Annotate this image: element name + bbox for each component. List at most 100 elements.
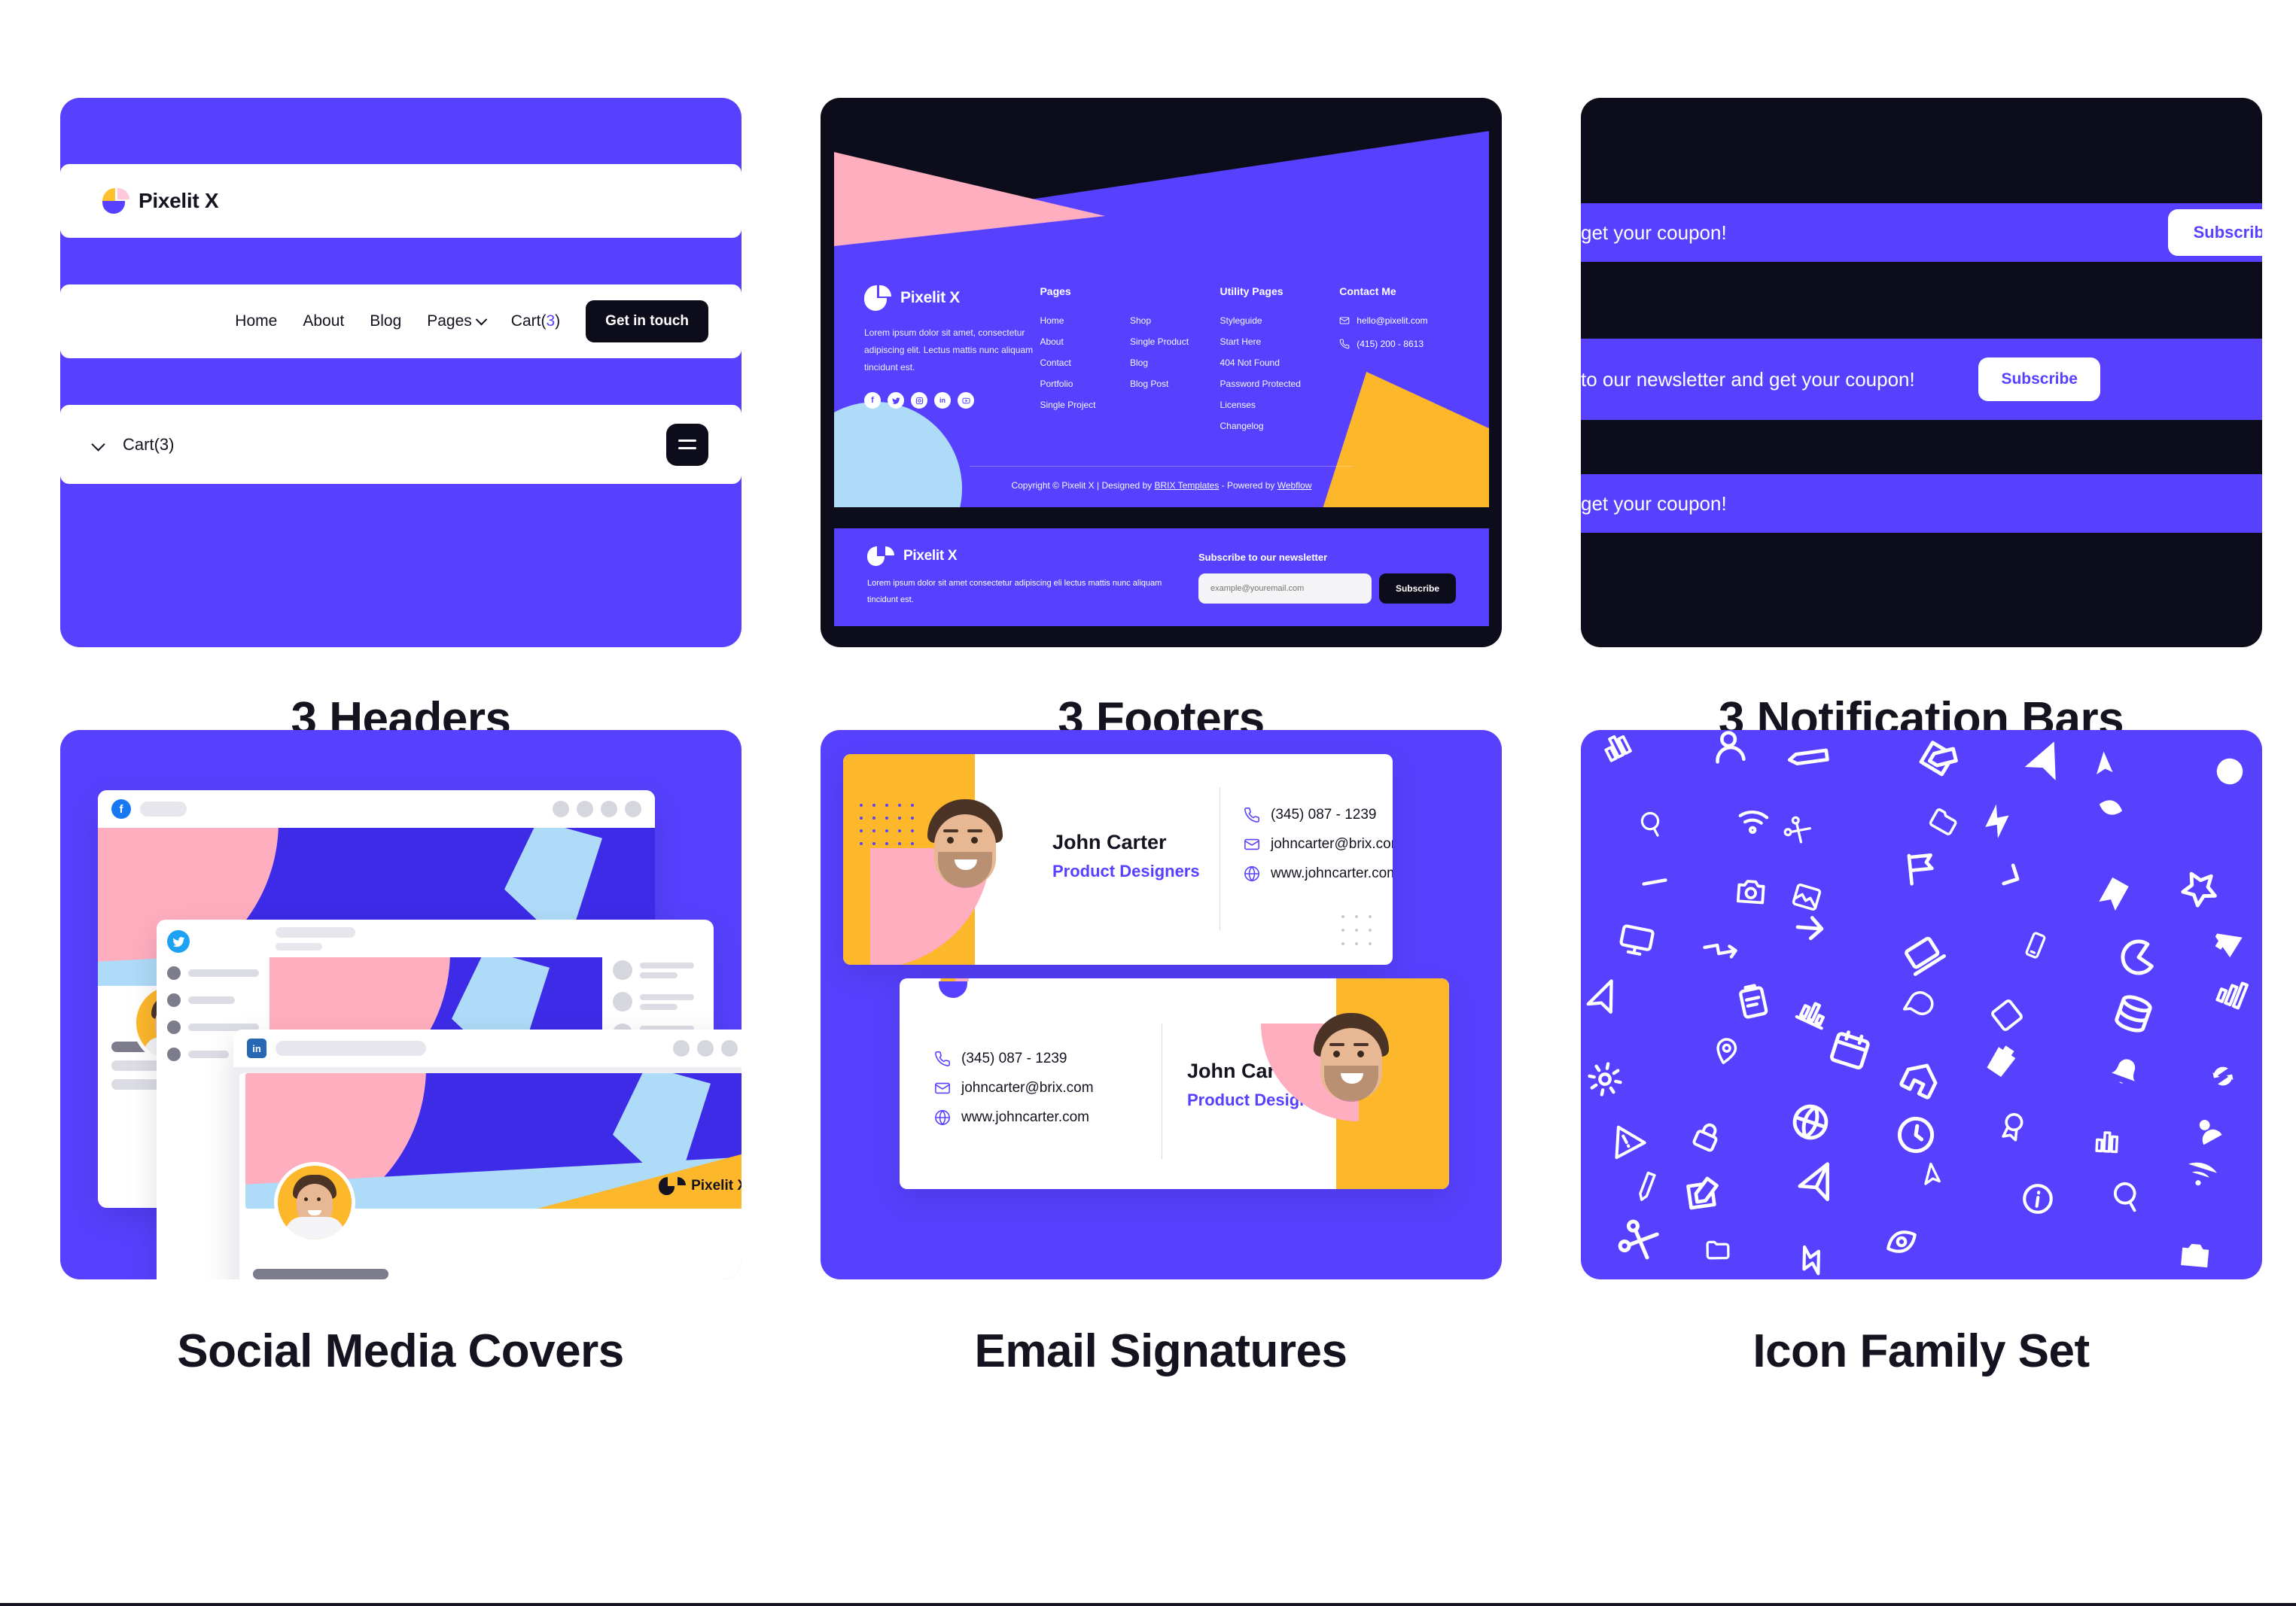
- footer-sub-logo-text: Pixelit X: [903, 548, 958, 564]
- notification-bars-card: get your coupon! Subscribe to our newsle…: [1581, 98, 2262, 647]
- footer-phone[interactable]: (415) 200 - 8613: [1339, 339, 1459, 349]
- header-variant-1: Pixelit X: [60, 164, 741, 238]
- footer-divider: [970, 466, 1354, 467]
- decor-dot-grid-small: [1341, 915, 1372, 945]
- cell-icon-set: Icon Family Set: [1581, 730, 2296, 1475]
- info-circle-icon: [2022, 1184, 2053, 1214]
- subscribe-button[interactable]: Subscribe: [2167, 209, 2262, 256]
- logo-text: Pixelit X: [139, 189, 219, 212]
- footer-link[interactable]: Shop: [1130, 315, 1220, 326]
- folder-icon: [1929, 808, 1957, 835]
- footer-sub-brand: Pixelit X Lorem ipsum dolor sit amet con…: [867, 546, 1168, 608]
- twitter-icon[interactable]: [888, 392, 904, 409]
- instagram-icon[interactable]: [911, 392, 927, 409]
- footer-link[interactable]: Single Product: [1130, 336, 1220, 347]
- notification-bar-3: get your coupon!: [1581, 474, 2262, 533]
- footer-link[interactable]: Start Here: [1220, 336, 1340, 347]
- map-pin-icon: [1716, 1038, 1737, 1065]
- pencil-icon: [1639, 1171, 1656, 1202]
- footer-phone-text: (415) 200 - 8613: [1357, 339, 1424, 349]
- footer-link[interactable]: Blog: [1130, 357, 1220, 368]
- linkedin-cover-window: in Pixelit X: [233, 1030, 741, 1279]
- footer-link[interactable]: Licenses: [1220, 400, 1340, 410]
- webflow-link[interactable]: Webflow: [1277, 480, 1312, 491]
- signature-phone[interactable]: (345) 087 - 1239: [1244, 807, 1393, 823]
- placeholder-pill: [276, 1041, 426, 1056]
- signature-email[interactable]: johncarter@brix.com: [1244, 836, 1393, 853]
- globe-icon: [1792, 1105, 1829, 1140]
- twitter-icon: [167, 930, 190, 953]
- folder-icon: [1706, 1240, 1730, 1260]
- footer-link[interactable]: Changelog: [1220, 421, 1340, 431]
- footer-link[interactable]: Blog Post: [1130, 379, 1220, 389]
- footer-sub-tagline: Lorem ipsum dolor sit amet consectetur a…: [867, 579, 1162, 604]
- bookmark-icon: [2099, 877, 2129, 911]
- footer-copyright: Copyright © Pixelit X | Designed by BRIX…: [1011, 480, 1312, 491]
- wifi-icon: [1738, 811, 1769, 835]
- footer-col-title: Pages: [1040, 285, 1071, 297]
- youtube-icon[interactable]: [958, 392, 974, 409]
- portrait-photo: [908, 795, 1021, 953]
- notification-text: get your coupon!: [1581, 491, 1727, 515]
- email-signature-2: (345) 087 - 1239 johncarter@brix.com www…: [900, 978, 1449, 1189]
- footer-sub-logo[interactable]: Pixelit X: [867, 546, 1168, 566]
- caption-social-covers: Social Media Covers: [177, 1325, 624, 1377]
- trash-icon: [1987, 1045, 2019, 1077]
- nav-item-about[interactable]: About: [303, 312, 344, 330]
- footer-link[interactable]: Styleguide: [1220, 315, 1340, 326]
- signature-email[interactable]: johncarter@brix.com: [934, 1080, 1094, 1097]
- signature-phone[interactable]: (345) 087 - 1239: [934, 1051, 1094, 1067]
- cell-email-signatures: John Carter Product Designers (345) 087 …: [821, 730, 1581, 1475]
- phone-icon: [935, 1051, 950, 1066]
- hamburger-icon[interactable]: [666, 423, 708, 466]
- nav-cart-count: 3: [546, 312, 556, 330]
- showcase-page: Pixelit X Home About Blog Pages Cart(3) …: [0, 0, 2296, 1606]
- signature-contacts: (345) 087 - 1239 johncarter@brix.com www…: [934, 1051, 1094, 1126]
- nav-item-cart[interactable]: Cart(3): [511, 312, 560, 330]
- pencil-icon: [1787, 748, 1829, 765]
- header-variant-3: Cart(3): [60, 405, 741, 484]
- cursor-icon: [1924, 1162, 1941, 1185]
- cart-toggle[interactable]: Cart(3): [91, 434, 175, 455]
- footer-link[interactable]: Contact: [1040, 357, 1130, 368]
- wifi-icon: [2188, 1162, 2218, 1185]
- window-dots: [673, 1040, 741, 1057]
- facebook-icon: f: [111, 799, 131, 819]
- newsletter-email-input[interactable]: [1198, 573, 1372, 604]
- bars-icon: [2215, 981, 2249, 1010]
- header-variant-2: Home About Blog Pages Cart(3) Get in tou…: [60, 284, 741, 358]
- nav-item-blog[interactable]: Blog: [370, 312, 401, 330]
- nav-pages-label: Pages: [427, 312, 472, 330]
- square-icon: [1991, 999, 2023, 1031]
- signature-name: John Carter: [1052, 831, 1167, 853]
- message-icon: [1902, 991, 1934, 1015]
- nav-item-pages[interactable]: Pages: [427, 312, 488, 330]
- brix-link[interactable]: BRIX Templates: [1155, 480, 1220, 491]
- logo[interactable]: Pixelit X: [102, 188, 219, 214]
- footer-logo[interactable]: Pixelit X: [864, 285, 1040, 311]
- cover-brand: Pixelit X: [659, 1177, 741, 1195]
- footer-link[interactable]: 404 Not Found: [1220, 357, 1340, 368]
- signature-website[interactable]: www.johncarter.com: [1244, 865, 1393, 882]
- footer-link[interactable]: Password Protected: [1220, 379, 1340, 389]
- linkedin-icon[interactable]: in: [934, 392, 951, 409]
- eye-icon: [2100, 799, 2123, 815]
- newsletter-subscribe-button[interactable]: Subscribe: [1378, 573, 1456, 604]
- signature-website[interactable]: www.johncarter.com: [934, 1109, 1094, 1126]
- scissors-icon: [1783, 816, 1812, 844]
- footer-link[interactable]: About: [1040, 336, 1130, 347]
- footer-link[interactable]: Home: [1040, 315, 1130, 326]
- get-in-touch-button[interactable]: Get in touch: [586, 300, 708, 342]
- nav-item-home[interactable]: Home: [235, 312, 277, 330]
- footer-link[interactable]: Portfolio: [1040, 379, 1130, 389]
- caption-email-signatures: Email Signatures: [974, 1325, 1347, 1377]
- notification-text: to our newsletter and get your coupon!: [1581, 367, 1915, 391]
- facebook-icon[interactable]: f: [864, 392, 881, 409]
- footer-email[interactable]: hello@pixelit.com: [1339, 315, 1459, 326]
- cart-label: Cart(3): [123, 434, 175, 454]
- footer-link[interactable]: Single Project: [1040, 400, 1130, 410]
- calendar-icon: [1829, 1030, 1870, 1070]
- bolt-icon: [1984, 804, 2009, 839]
- subscribe-button[interactable]: Subscribe: [1978, 357, 2100, 401]
- star-icon: [2181, 871, 2217, 908]
